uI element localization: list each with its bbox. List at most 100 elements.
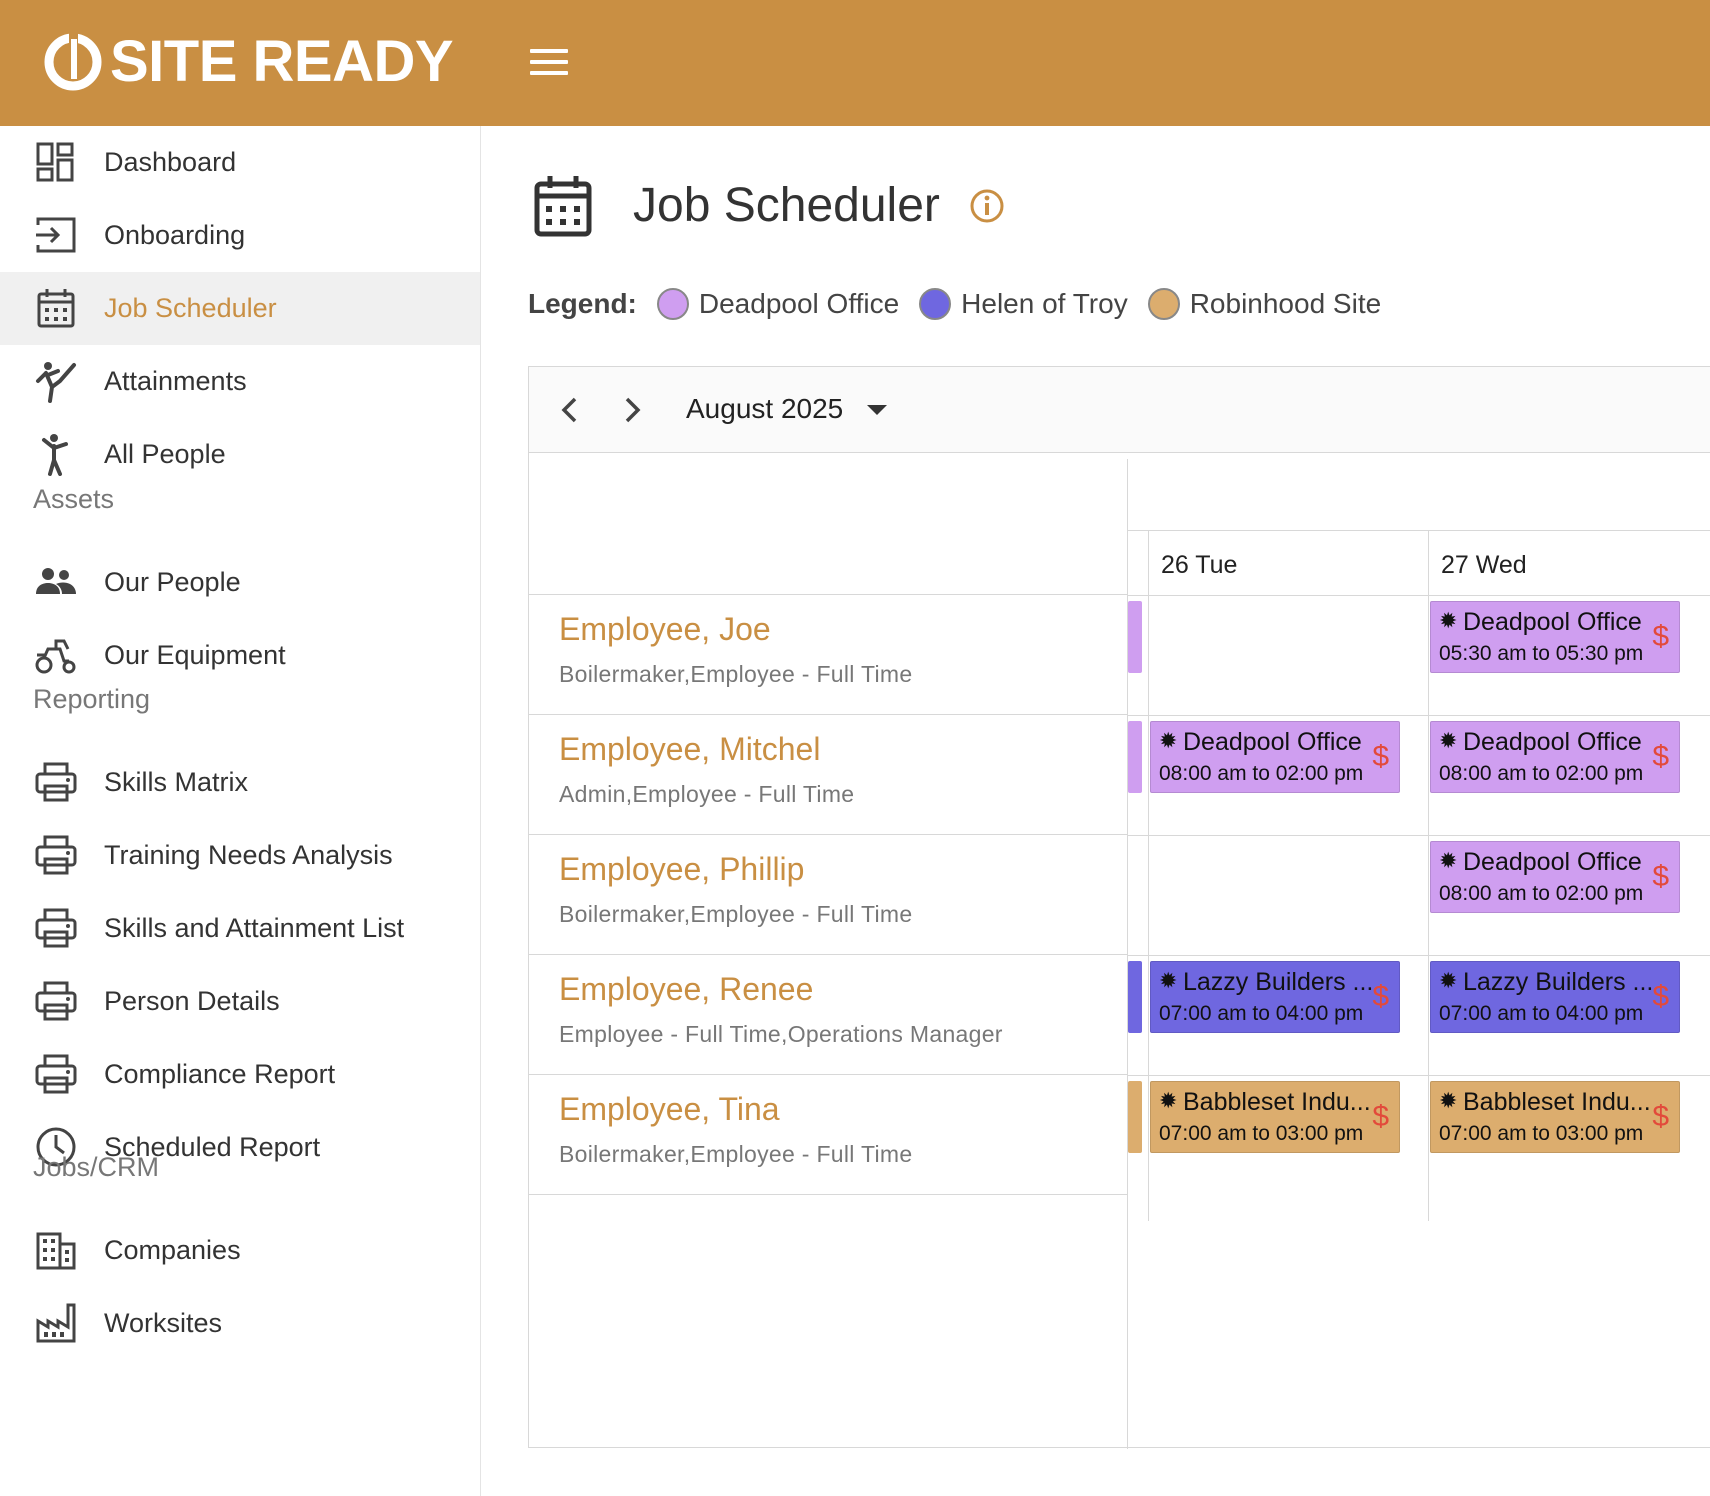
event-continuation-sliver[interactable] xyxy=(1128,601,1142,673)
event-title: Babbleset Indu... xyxy=(1183,1088,1371,1116)
menu-toggle-button[interactable] xyxy=(530,49,568,75)
event-continuation-sliver[interactable] xyxy=(1128,1081,1142,1153)
dashboard-icon xyxy=(34,140,78,184)
schedule-event[interactable]: ✹ Deadpool Office 08:00 am to 02:00 pm $ xyxy=(1430,841,1680,913)
event-continuation-sliver[interactable] xyxy=(1128,961,1142,1033)
sidebar-item-attainments[interactable]: Attainments xyxy=(0,345,480,418)
employee-name-link[interactable]: Employee, Tina xyxy=(559,1091,780,1128)
schedule-event[interactable]: ✹ Deadpool Office 08:00 am to 02:00 pm $ xyxy=(1430,721,1680,793)
employee-role: Admin,Employee - Full Time xyxy=(559,781,855,807)
month-selector[interactable]: August 2025 xyxy=(686,393,843,425)
schedule-event[interactable]: ✹ Deadpool Office 05:30 am to 05:30 pm $ xyxy=(1430,601,1680,673)
employee-role: Boilermaker,Employee - Full Time xyxy=(559,901,913,927)
attainments-icon xyxy=(34,359,78,403)
sidebar-item-person-details[interactable]: Person Details xyxy=(0,965,480,1038)
app-name: SITE READY xyxy=(110,29,454,94)
people-icon xyxy=(34,560,78,604)
sidebar-item-onboarding[interactable]: Onboarding xyxy=(0,199,480,272)
dollar-icon: $ xyxy=(1652,980,1669,1013)
row-divider xyxy=(1128,1075,1710,1076)
legend-swatch-robinhood-site xyxy=(1147,288,1180,320)
sidebar-item-worksites[interactable]: Worksites xyxy=(0,1287,480,1360)
event-title: Lazzy Builders ... xyxy=(1183,968,1374,996)
section-heading-jobs-crm: Jobs/CRM xyxy=(33,1152,160,1182)
sidebar-item-label: Onboarding xyxy=(104,220,246,250)
day-header: 27 Wed xyxy=(1441,551,1527,579)
sun-icon: ✹ xyxy=(1159,728,1178,753)
sidebar-item-label: All People xyxy=(104,439,226,469)
employee-role: Boilermaker,Employee - Full Time xyxy=(559,1141,913,1167)
schedule-grid[interactable]: 26 Tue 27 Wed ✹ Deadpool Office 05:30 am t… xyxy=(1128,459,1710,1221)
hamburger-icon-line xyxy=(530,71,568,75)
sun-icon: ✹ xyxy=(1159,968,1178,993)
sidebar-item-job-scheduler[interactable]: Job Scheduler xyxy=(0,272,480,345)
sidebar-item-skills-matrix[interactable]: Skills Matrix xyxy=(0,746,480,819)
event-title: Deadpool Office xyxy=(1463,848,1642,876)
calendar-icon xyxy=(533,174,593,238)
equipment-icon xyxy=(34,633,78,677)
scheduler: August 2025 Employee, Joe Boilermaker,Em… xyxy=(528,366,1710,1449)
schedule-event[interactable]: ✹ Lazzy Builders ... 07:00 am to 04:00 pm $ xyxy=(1430,961,1680,1033)
sidebar-item-label: Our People xyxy=(104,567,241,597)
event-time: 07:00 am to 03:00 pm xyxy=(1159,1122,1364,1145)
app-logo[interactable]: SITE READY xyxy=(42,28,454,96)
event-time: 07:00 am to 04:00 pm xyxy=(1159,1002,1364,1025)
sidebar-item-label: Compliance Report xyxy=(104,1059,336,1089)
sidebar-item-label: Person Details xyxy=(104,986,280,1016)
event-time: 07:00 am to 03:00 pm xyxy=(1439,1122,1644,1145)
sidebar-item-compliance-report[interactable]: Compliance Report xyxy=(0,1038,480,1111)
info-icon[interactable] xyxy=(969,188,1005,224)
schedule-event[interactable]: ✹ Babbleset Indu... 07:00 am to 03:00 pm $ xyxy=(1150,1081,1400,1153)
schedule-event[interactable]: ✹ Babbleset Indu... 07:00 am to 03:00 pm $ xyxy=(1430,1081,1680,1153)
section-heading-assets: Assets xyxy=(33,484,115,514)
sidebar-item-our-people[interactable]: Our People xyxy=(0,546,480,619)
sidebar-item-label: Companies xyxy=(104,1235,241,1265)
next-month-button[interactable] xyxy=(615,393,649,427)
sun-icon: ✹ xyxy=(1159,1088,1178,1113)
event-title: Deadpool Office xyxy=(1183,728,1362,756)
table-row: Employee, Phillip Boilermaker,Employee -… xyxy=(529,835,1128,955)
sidebar-item-label: Job Scheduler xyxy=(104,293,277,323)
sidebar-item-skills-and-attainment-list[interactable]: Skills and Attainment List xyxy=(0,892,480,965)
event-title: Babbleset Indu... xyxy=(1463,1088,1651,1116)
chevron-down-icon[interactable] xyxy=(867,405,887,415)
sidebar-item-companies[interactable]: Companies xyxy=(0,1214,480,1287)
sidebar-item-training-needs-analysis[interactable]: Training Needs Analysis xyxy=(0,819,480,892)
schedule-header-top xyxy=(1128,459,1710,531)
employee-column: Employee, Joe Boilermaker,Employee - Ful… xyxy=(529,459,1128,1449)
event-title: Deadpool Office xyxy=(1463,728,1642,756)
sidebar-item-label: Attainments xyxy=(104,366,247,396)
table-row: Employee, Mitchel Admin,Employee - Full … xyxy=(529,715,1128,835)
day-header: 26 Tue xyxy=(1161,551,1238,579)
event-title: Lazzy Builders ... xyxy=(1463,968,1654,996)
sidebar-item-our-equipment[interactable]: Our Equipment xyxy=(0,619,480,692)
sun-icon: ✹ xyxy=(1439,728,1458,753)
table-row: Employee, Renee Employee - Full Time,Ope… xyxy=(529,955,1128,1075)
row-divider xyxy=(1128,955,1710,956)
scheduler-toolbar: August 2025 xyxy=(529,367,1710,453)
sidebar-item-label: Training Needs Analysis xyxy=(104,840,393,870)
employee-name-link[interactable]: Employee, Joe xyxy=(559,611,771,648)
printer-icon xyxy=(34,833,78,877)
sidebar-item-all-people[interactable]: All People xyxy=(0,418,480,491)
sidebar-item-label: Skills and Attainment List xyxy=(104,913,405,943)
schedule-event[interactable]: ✹ Deadpool Office 08:00 am to 02:00 pm $ xyxy=(1150,721,1400,793)
employee-name-link[interactable]: Employee, Phillip xyxy=(559,851,804,888)
row-divider xyxy=(1128,715,1710,716)
sidebar-item-dashboard[interactable]: Dashboard xyxy=(0,126,480,199)
onboarding-icon xyxy=(34,213,78,257)
sidebar-item-label: Our Equipment xyxy=(104,640,286,670)
dollar-icon: $ xyxy=(1652,860,1669,893)
event-continuation-sliver[interactable] xyxy=(1128,721,1142,793)
event-time: 07:00 am to 04:00 pm xyxy=(1439,1002,1644,1025)
employee-name-link[interactable]: Employee, Mitchel xyxy=(559,731,820,768)
printer-icon xyxy=(34,760,78,804)
table-row: Employee, Tina Boilermaker,Employee - Fu… xyxy=(529,1075,1128,1195)
schedule-event[interactable]: ✹ Lazzy Builders ... 07:00 am to 04:00 pm $ xyxy=(1150,961,1400,1033)
legend: Legend: Deadpool Office Helen of Troy Ro… xyxy=(528,282,1397,326)
employee-name-link[interactable]: Employee, Renee xyxy=(559,971,813,1008)
top-bar: SITE READY xyxy=(0,0,1710,126)
previous-month-button[interactable] xyxy=(553,393,587,427)
sun-icon: ✹ xyxy=(1439,608,1458,633)
printer-icon xyxy=(34,979,78,1023)
